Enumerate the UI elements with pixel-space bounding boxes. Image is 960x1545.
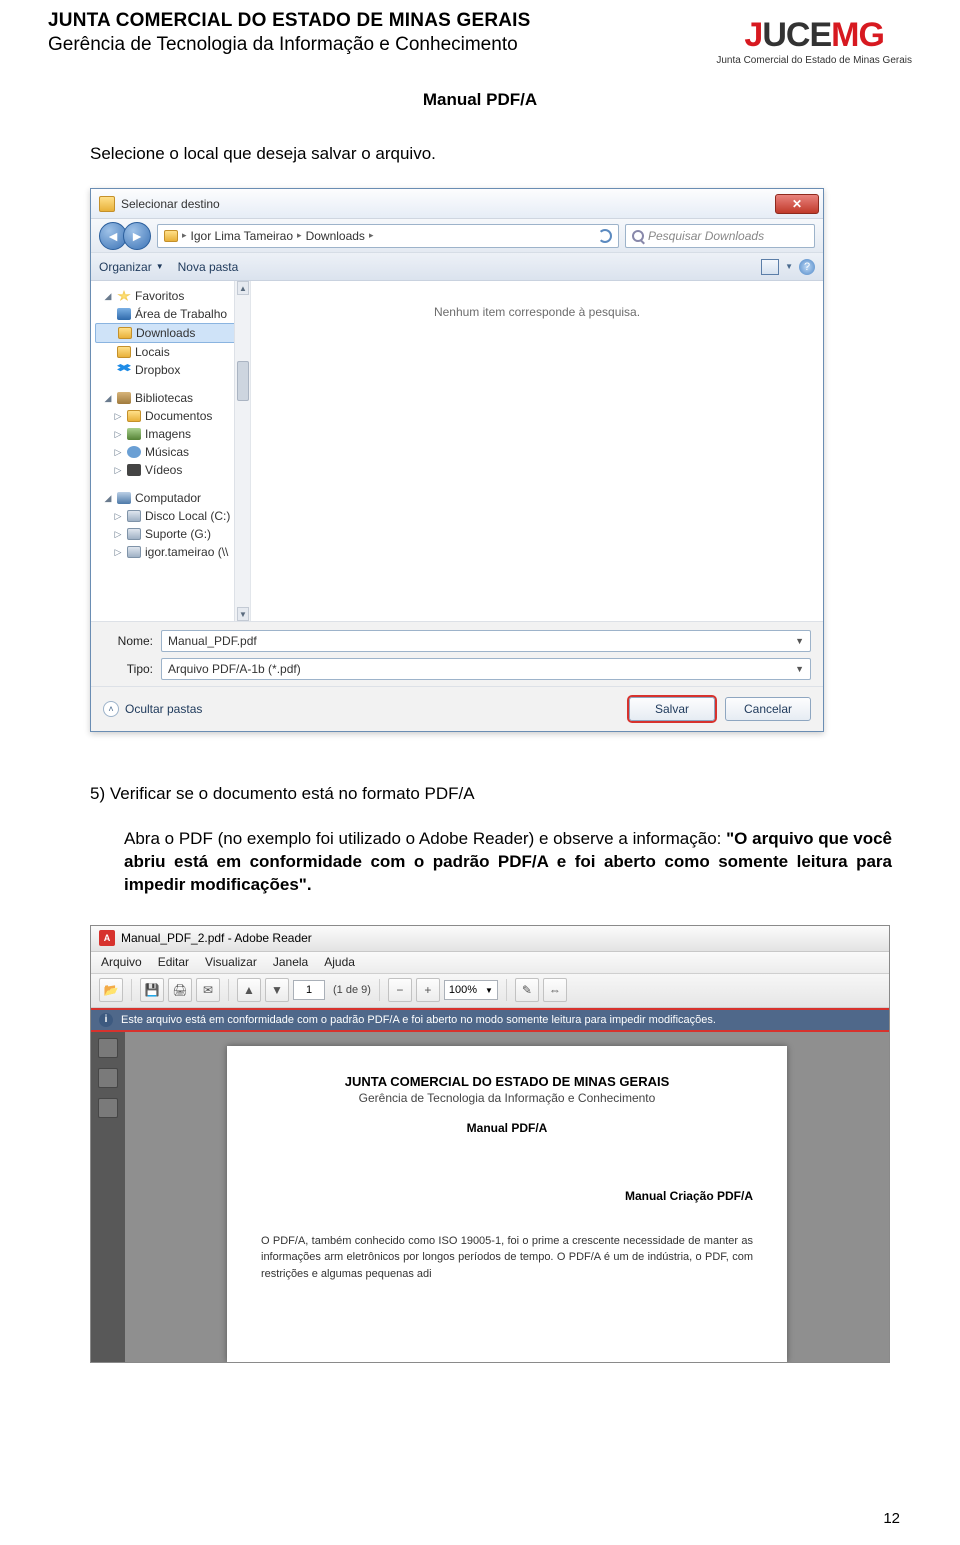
page-total-label: (1 de 9) <box>333 984 371 996</box>
downloads-icon <box>118 327 132 339</box>
reader-sidebar <box>91 1032 125 1362</box>
folder-icon <box>99 196 115 212</box>
pdf-page-preview: JUNTA COMERCIAL DO ESTADO DE MINAS GERAI… <box>227 1046 787 1362</box>
page-number-input[interactable]: 1 <box>293 980 325 1000</box>
signatures-icon[interactable] <box>98 1098 118 1118</box>
view-mode-icon[interactable] <box>761 259 779 275</box>
page-section-title: Manual Criação PDF/A <box>261 1189 753 1203</box>
manual-title: Manual PDF/A <box>48 90 912 110</box>
zoom-out-button[interactable]: − <box>388 978 412 1002</box>
save-dialog-screenshot: Selecionar destino ✕ ◄ ► ▸ Igor Lima Tam… <box>90 188 824 732</box>
dropbox-icon <box>117 364 131 376</box>
hide-folders-toggle[interactable]: ˄ Ocultar pastas <box>103 701 202 717</box>
pdf-icon: A <box>99 930 115 946</box>
fill-sign-button[interactable]: ✎ <box>515 978 539 1002</box>
document-header: JUNTA COMERCIAL DO ESTADO DE MINAS GERAI… <box>48 10 912 66</box>
attachments-icon[interactable] <box>98 1068 118 1088</box>
tree-item-downloads[interactable]: Downloads <box>95 323 246 343</box>
pdfa-compliance-banner: i Este arquivo está em conformidade com … <box>91 1008 889 1032</box>
filetype-label: Tipo: <box>103 662 153 676</box>
search-icon <box>632 230 644 242</box>
chevron-up-icon: ˄ <box>103 701 119 717</box>
breadcrumb-part-1: Igor Lima Tameirao <box>191 229 294 243</box>
favorites-icon <box>117 290 131 302</box>
music-icon <box>127 446 141 458</box>
dialog-nav-bar: ◄ ► ▸ Igor Lima Tameirao ▸ Downloads ▸ P… <box>91 219 823 253</box>
open-button[interactable]: 📂 <box>99 978 123 1002</box>
page-org-title: JUNTA COMERCIAL DO ESTADO DE MINAS GERAI… <box>261 1074 753 1089</box>
adobe-reader-screenshot: A Manual_PDF_2.pdf - Adobe Reader Arquiv… <box>90 925 890 1363</box>
menu-janela[interactable]: Janela <box>273 955 308 969</box>
refresh-icon[interactable] <box>598 229 612 243</box>
reader-title-text: Manual_PDF_2.pdf - Adobe Reader <box>121 931 312 945</box>
folder-icon <box>164 230 178 242</box>
empty-folder-message: Nenhum item corresponde à pesquisa. <box>434 305 640 319</box>
dept-subtitle: Gerência de Tecnologia da Informação e C… <box>48 34 531 56</box>
drive-c-icon <box>127 510 141 522</box>
dialog-toolbar: Organizar ▼ Nova pasta ▼ ? <box>91 253 823 281</box>
reader-page-area: JUNTA COMERCIAL DO ESTADO DE MINAS GERAI… <box>125 1032 889 1362</box>
header-text-block: JUNTA COMERCIAL DO ESTADO DE MINAS GERAI… <box>48 10 531 56</box>
tree-scrollbar[interactable]: ▲ ▼ <box>234 281 250 621</box>
menu-arquivo[interactable]: Arquivo <box>101 955 142 969</box>
reader-toolbar: 📂 💾 🖨 ✉ ▲ ▼ 1 (1 de 9) − + 100%▼ ✎ ⇔ <box>91 974 889 1008</box>
folder-tree[interactable]: ◢Favoritos Área de Trabalho Downloads Lo… <box>91 281 251 621</box>
page-manual-title: Manual PDF/A <box>261 1121 753 1135</box>
filename-input[interactable]: Manual_PDF.pdf▼ <box>161 630 811 652</box>
breadcrumb[interactable]: ▸ Igor Lima Tameirao ▸ Downloads ▸ <box>157 224 619 248</box>
save-button[interactable]: 💾 <box>140 978 164 1002</box>
locals-icon <box>117 346 131 358</box>
dialog-content-area: Nenhum item corresponde à pesquisa. <box>251 281 823 621</box>
menu-ajuda[interactable]: Ajuda <box>324 955 355 969</box>
org-title: JUNTA COMERCIAL DO ESTADO DE MINAS GERAI… <box>48 10 531 32</box>
logo-subtitle: Junta Comercial do Estado de Minas Gerai… <box>716 55 912 66</box>
computer-icon <box>117 492 131 504</box>
thumbnails-icon[interactable] <box>98 1038 118 1058</box>
print-button[interactable]: 🖨 <box>168 978 192 1002</box>
mail-button[interactable]: ✉ <box>196 978 220 1002</box>
save-button[interactable]: Salvar <box>629 697 715 721</box>
drive-net-icon <box>127 546 141 558</box>
page-dept-subtitle: Gerência de Tecnologia da Informação e C… <box>261 1091 753 1105</box>
page-number: 12 <box>883 1510 900 1527</box>
organize-button[interactable]: Organizar ▼ <box>99 260 164 274</box>
cancel-button[interactable]: Cancelar <box>725 697 811 721</box>
zoom-in-button[interactable]: + <box>416 978 440 1002</box>
dialog-title: Selecionar destino <box>121 197 220 211</box>
menu-visualizar[interactable]: Visualizar <box>205 955 257 969</box>
menu-editar[interactable]: Editar <box>158 955 189 969</box>
breadcrumb-part-2: Downloads <box>306 229 365 243</box>
step-5-heading: 5) Verificar se o documento está no form… <box>90 784 475 803</box>
fit-width-button[interactable]: ⇔ <box>543 978 567 1002</box>
instruction-save-location: Selecione o local que deseja salvar o ar… <box>90 144 892 164</box>
prev-page-button[interactable]: ▲ <box>237 978 261 1002</box>
documents-icon <box>127 410 141 422</box>
dialog-titlebar: Selecionar destino ✕ <box>91 189 823 219</box>
step-5-body: Abra o PDF (no exemplo foi utilizado o A… <box>124 828 892 897</box>
jucemg-logo: JUCEMG Junta Comercial do Estado de Mina… <box>716 16 912 66</box>
close-button[interactable]: ✕ <box>775 194 819 214</box>
info-icon: i <box>99 1013 113 1027</box>
next-page-button[interactable]: ▼ <box>265 978 289 1002</box>
new-folder-button[interactable]: Nova pasta <box>178 260 239 274</box>
desktop-icon <box>117 308 131 320</box>
filetype-select[interactable]: Arquivo PDF/A-1b (*.pdf)▼ <box>161 658 811 680</box>
drive-g-icon <box>127 528 141 540</box>
reader-menubar[interactable]: Arquivo Editar Visualizar Janela Ajuda <box>91 952 889 974</box>
zoom-select[interactable]: 100%▼ <box>444 980 498 1000</box>
filename-label: Nome: <box>103 634 153 648</box>
search-input[interactable]: Pesquisar Downloads <box>625 224 815 248</box>
search-placeholder: Pesquisar Downloads <box>648 229 764 243</box>
compliance-message: Este arquivo está em conformidade com o … <box>121 1014 716 1026</box>
nav-forward-button[interactable]: ► <box>123 222 151 250</box>
images-icon <box>127 428 141 440</box>
reader-titlebar: A Manual_PDF_2.pdf - Adobe Reader <box>91 926 889 952</box>
libraries-icon <box>117 392 131 404</box>
page-paragraph: O PDF/A, também conhecido como ISO 19005… <box>261 1233 753 1283</box>
help-icon[interactable]: ? <box>799 259 815 275</box>
videos-icon <box>127 464 141 476</box>
